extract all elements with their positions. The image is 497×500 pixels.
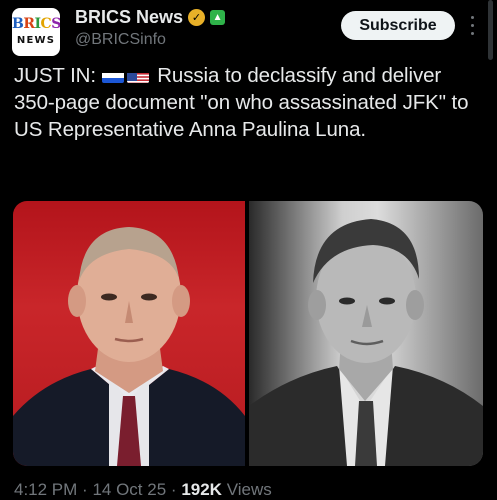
tweet-text: JUST IN: Russia to declassify and delive… <box>14 62 484 143</box>
avatar-logo-subtext: NEWS <box>16 35 56 46</box>
russia-flag-icon <box>101 68 124 83</box>
tweet-prefix: JUST IN: <box>14 64 96 87</box>
avatar-logo-letter: B <box>12 16 24 32</box>
avatar-logo-letter: R <box>23 16 35 32</box>
separator: · <box>82 480 88 499</box>
scrollbar[interactable] <box>488 0 493 60</box>
jfk-photo[interactable] <box>249 201 483 466</box>
usa-flag-icon <box>126 68 149 83</box>
putin-photo[interactable] <box>13 201 245 466</box>
account-handle[interactable]: @BRICSinfo <box>75 31 166 49</box>
tweet-time[interactable]: 4:12 PM <box>14 480 77 499</box>
verified-badge-icon: ✓ <box>188 9 206 26</box>
views-label: Views <box>226 480 272 499</box>
account-name[interactable]: BRICS News <box>75 7 183 28</box>
avatar-logo-letter: C <box>40 16 52 32</box>
avatar[interactable]: BRICS NEWS <box>12 8 60 56</box>
account-name-row[interactable]: BRICS News ✓ ▲ <box>75 7 226 28</box>
affiliate-badge-icon: ▲ <box>210 10 226 25</box>
more-options-icon[interactable] <box>465 13 479 37</box>
tweet-date[interactable]: 14 Oct 25 <box>92 480 166 499</box>
subscribe-button[interactable]: Subscribe <box>341 11 455 40</box>
tweet-meta: 4:12 PM · 14 Oct 25 · 192K Views <box>14 480 272 500</box>
avatar-logo-letter: S <box>51 16 60 32</box>
views-count: 192K <box>181 480 222 499</box>
separator: · <box>170 480 177 499</box>
avatar-logo-text: BRICS <box>12 17 60 31</box>
